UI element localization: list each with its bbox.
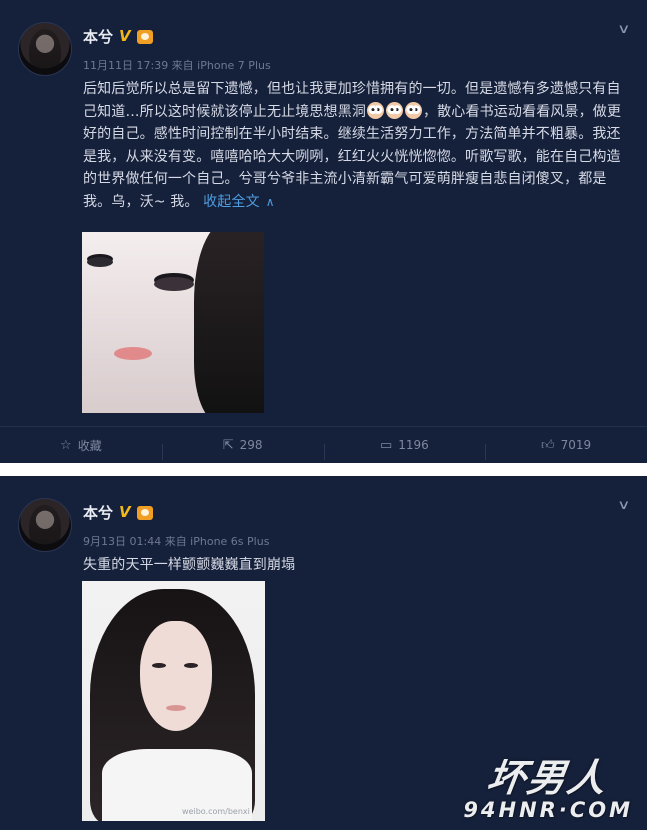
photo-hair <box>194 232 264 413</box>
avatar[interactable] <box>18 22 72 76</box>
author-row: 本兮 V <box>83 26 153 47</box>
comment-button[interactable]: ▭ 1196 <box>323 437 486 460</box>
post-content: 失重的天平一样颤颤巍巍直到崩塌 <box>83 557 296 573</box>
like-button[interactable]: 👍︎ 7019 <box>485 437 647 460</box>
author-name[interactable]: 本兮 <box>83 502 113 523</box>
post-image[interactable] <box>82 232 264 413</box>
verified-v-icon: V <box>119 27 131 45</box>
author-row: 本兮 V <box>83 502 153 523</box>
medal-icon[interactable] <box>136 505 153 520</box>
favorite-button[interactable]: ☆ 收藏 <box>0 437 162 454</box>
verified-v-icon: V <box>119 503 131 521</box>
photo-eye <box>184 663 198 668</box>
collapse-link[interactable]: 收起全文 <box>203 194 260 210</box>
favorite-label: 收藏 <box>77 438 102 453</box>
photo-eye <box>154 277 194 291</box>
like-icon: 👍︎ <box>541 437 555 453</box>
post-meta[interactable]: 11月11日 17:39 来自 iPhone 7 Plus <box>83 57 271 73</box>
site-watermark: 坏男人 94HNR·COM <box>463 747 633 822</box>
action-bar: ☆ 收藏 ⇱ 298 ▭ 1196 👍︎ 7019 <box>0 427 647 463</box>
post-meta[interactable]: 9月13日 01:44 来自 iPhone 6s Plus <box>83 533 269 549</box>
avatar-image <box>29 29 61 73</box>
comment-icon: ▭ <box>379 437 393 453</box>
photo-eye <box>87 257 113 267</box>
chevron-down-icon[interactable]: ∨ <box>618 498 631 513</box>
photo-watermark: weibo.com/benxi <box>182 807 250 816</box>
chevron-up-icon[interactable]: ∧ <box>266 195 275 209</box>
chevron-down-icon[interactable]: ∨ <box>618 22 631 37</box>
avatar-image <box>29 505 61 549</box>
avatar[interactable] <box>18 498 72 552</box>
watermark-logo-text: 坏男人 <box>484 756 611 800</box>
weibo-post-1: 本兮 V ∨ 11月11日 17:39 来自 iPhone 7 Plus 后知后… <box>0 0 647 463</box>
author-name[interactable]: 本兮 <box>83 26 113 47</box>
photo-mouth <box>166 705 186 711</box>
repost-button[interactable]: ⇱ 298 <box>161 437 324 460</box>
star-icon: ☆ <box>60 437 72 453</box>
emoji-icon <box>386 101 403 119</box>
photo-eye <box>152 663 166 668</box>
repost-icon: ⇱ <box>222 437 234 453</box>
post-content: 后知后觉所以总是留下遗憾，但也让我更加珍惜拥有的一切。但是遗憾有多遗憾只有自己知… <box>83 78 623 213</box>
medal-icon[interactable] <box>136 29 153 44</box>
watermark-domain: 94HNR·COM <box>463 798 633 822</box>
emoji-icon <box>405 101 422 119</box>
repost-count: 298 <box>239 438 263 452</box>
emoji-icon <box>367 101 384 119</box>
photo-face <box>140 621 212 731</box>
comment-count: 1196 <box>398 438 429 452</box>
photo-lips <box>114 347 152 360</box>
post-image[interactable]: weibo.com/benxi <box>82 581 265 821</box>
like-count: 7019 <box>560 438 592 452</box>
